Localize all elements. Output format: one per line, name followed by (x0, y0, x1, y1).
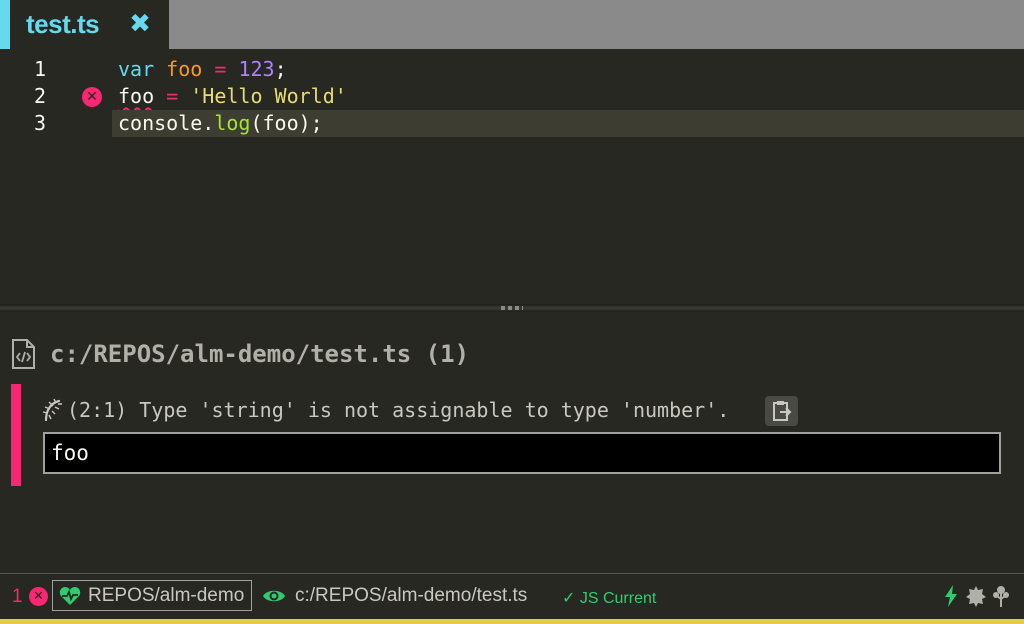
error-code-preview[interactable]: foo (43, 432, 1001, 474)
panel-splitter[interactable] (0, 304, 1024, 312)
copy-error-button[interactable] (765, 396, 798, 426)
code-text[interactable]: foo = 'Hello World' (118, 83, 347, 110)
line-number: 3 (33, 111, 46, 135)
tab-test-ts[interactable]: test.ts ✖ (0, 0, 169, 49)
clipboard-icon (772, 401, 791, 421)
tab-bar: test.ts ✖ (0, 0, 1024, 49)
code-token: 123 (238, 57, 275, 81)
error-file-path[interactable]: c:/REPOS/alm-demo/test.ts (1) (50, 340, 469, 368)
error-count[interactable]: 1 (12, 586, 23, 608)
tree-icon[interactable] (990, 584, 1012, 608)
code-file-icon (12, 339, 35, 369)
error-icon[interactable]: ✕ (29, 587, 48, 606)
js-status[interactable]: ✓ JS Current (562, 588, 656, 608)
code-token: var (118, 57, 155, 81)
code-token: foo (118, 84, 155, 108)
error-file-header[interactable]: c:/REPOS/alm-demo/test.ts (1) (10, 338, 469, 370)
code-token: 'Hello World' (190, 84, 347, 108)
eye-icon[interactable] (262, 584, 286, 608)
code-token: console. (118, 111, 215, 135)
error-severity-bar (11, 384, 21, 486)
splitter-grip-icon[interactable] (501, 306, 523, 310)
errors-panel: c:/REPOS/alm-demo/test.ts (1) (2:1) Type… (0, 312, 1024, 573)
code-token: (foo); (250, 111, 323, 135)
code-token: = (166, 84, 179, 108)
bolt-icon[interactable] (940, 584, 962, 608)
close-icon[interactable]: ✖ (128, 11, 152, 37)
code-token: foo (166, 57, 203, 81)
code-token: ; (274, 57, 287, 81)
line-number: 2 (33, 84, 46, 108)
code-text[interactable]: console.log(foo); (118, 110, 323, 137)
code-text[interactable]: var foo = 123; (118, 56, 287, 83)
code-line-1[interactable]: 1 var foo = 123; (0, 56, 1024, 83)
project-button[interactable]: REPOS/alm-demo (52, 580, 253, 611)
line-number: 1 (33, 57, 46, 81)
code-editor[interactable]: 1 var foo = 123; 2 ✕ foo = 'Hello World'… (0, 49, 1024, 304)
code-line-2[interactable]: 2 ✕ foo = 'Hello World' (0, 83, 1024, 110)
heartbeat-icon (59, 586, 81, 605)
error-gutter-icon[interactable]: ✕ (82, 87, 102, 107)
code-line-3[interactable]: 3 console.log(foo); (0, 110, 1024, 137)
error-item[interactable]: (2:1) Type 'string' is not assignable to… (11, 384, 1011, 486)
code-token: = (214, 57, 227, 81)
active-file-path[interactable]: c:/REPOS/alm-demo/test.ts (295, 585, 527, 607)
error-message[interactable]: (2:1) Type 'string' is not assignable to… (41, 398, 729, 422)
tab-title[interactable]: test.ts (26, 9, 100, 40)
status-bar: 1 ✕ REPOS/alm-demo c:/REPOS/alm-demo/tes… (0, 573, 1024, 624)
code-token: log (214, 111, 251, 135)
badge-icon[interactable] (965, 584, 987, 608)
error-text: Type 'string' is not assignable to type … (127, 398, 730, 422)
error-location: (2:1) (67, 398, 128, 422)
bug-icon (42, 398, 62, 422)
project-name: REPOS/alm-demo (88, 584, 245, 606)
